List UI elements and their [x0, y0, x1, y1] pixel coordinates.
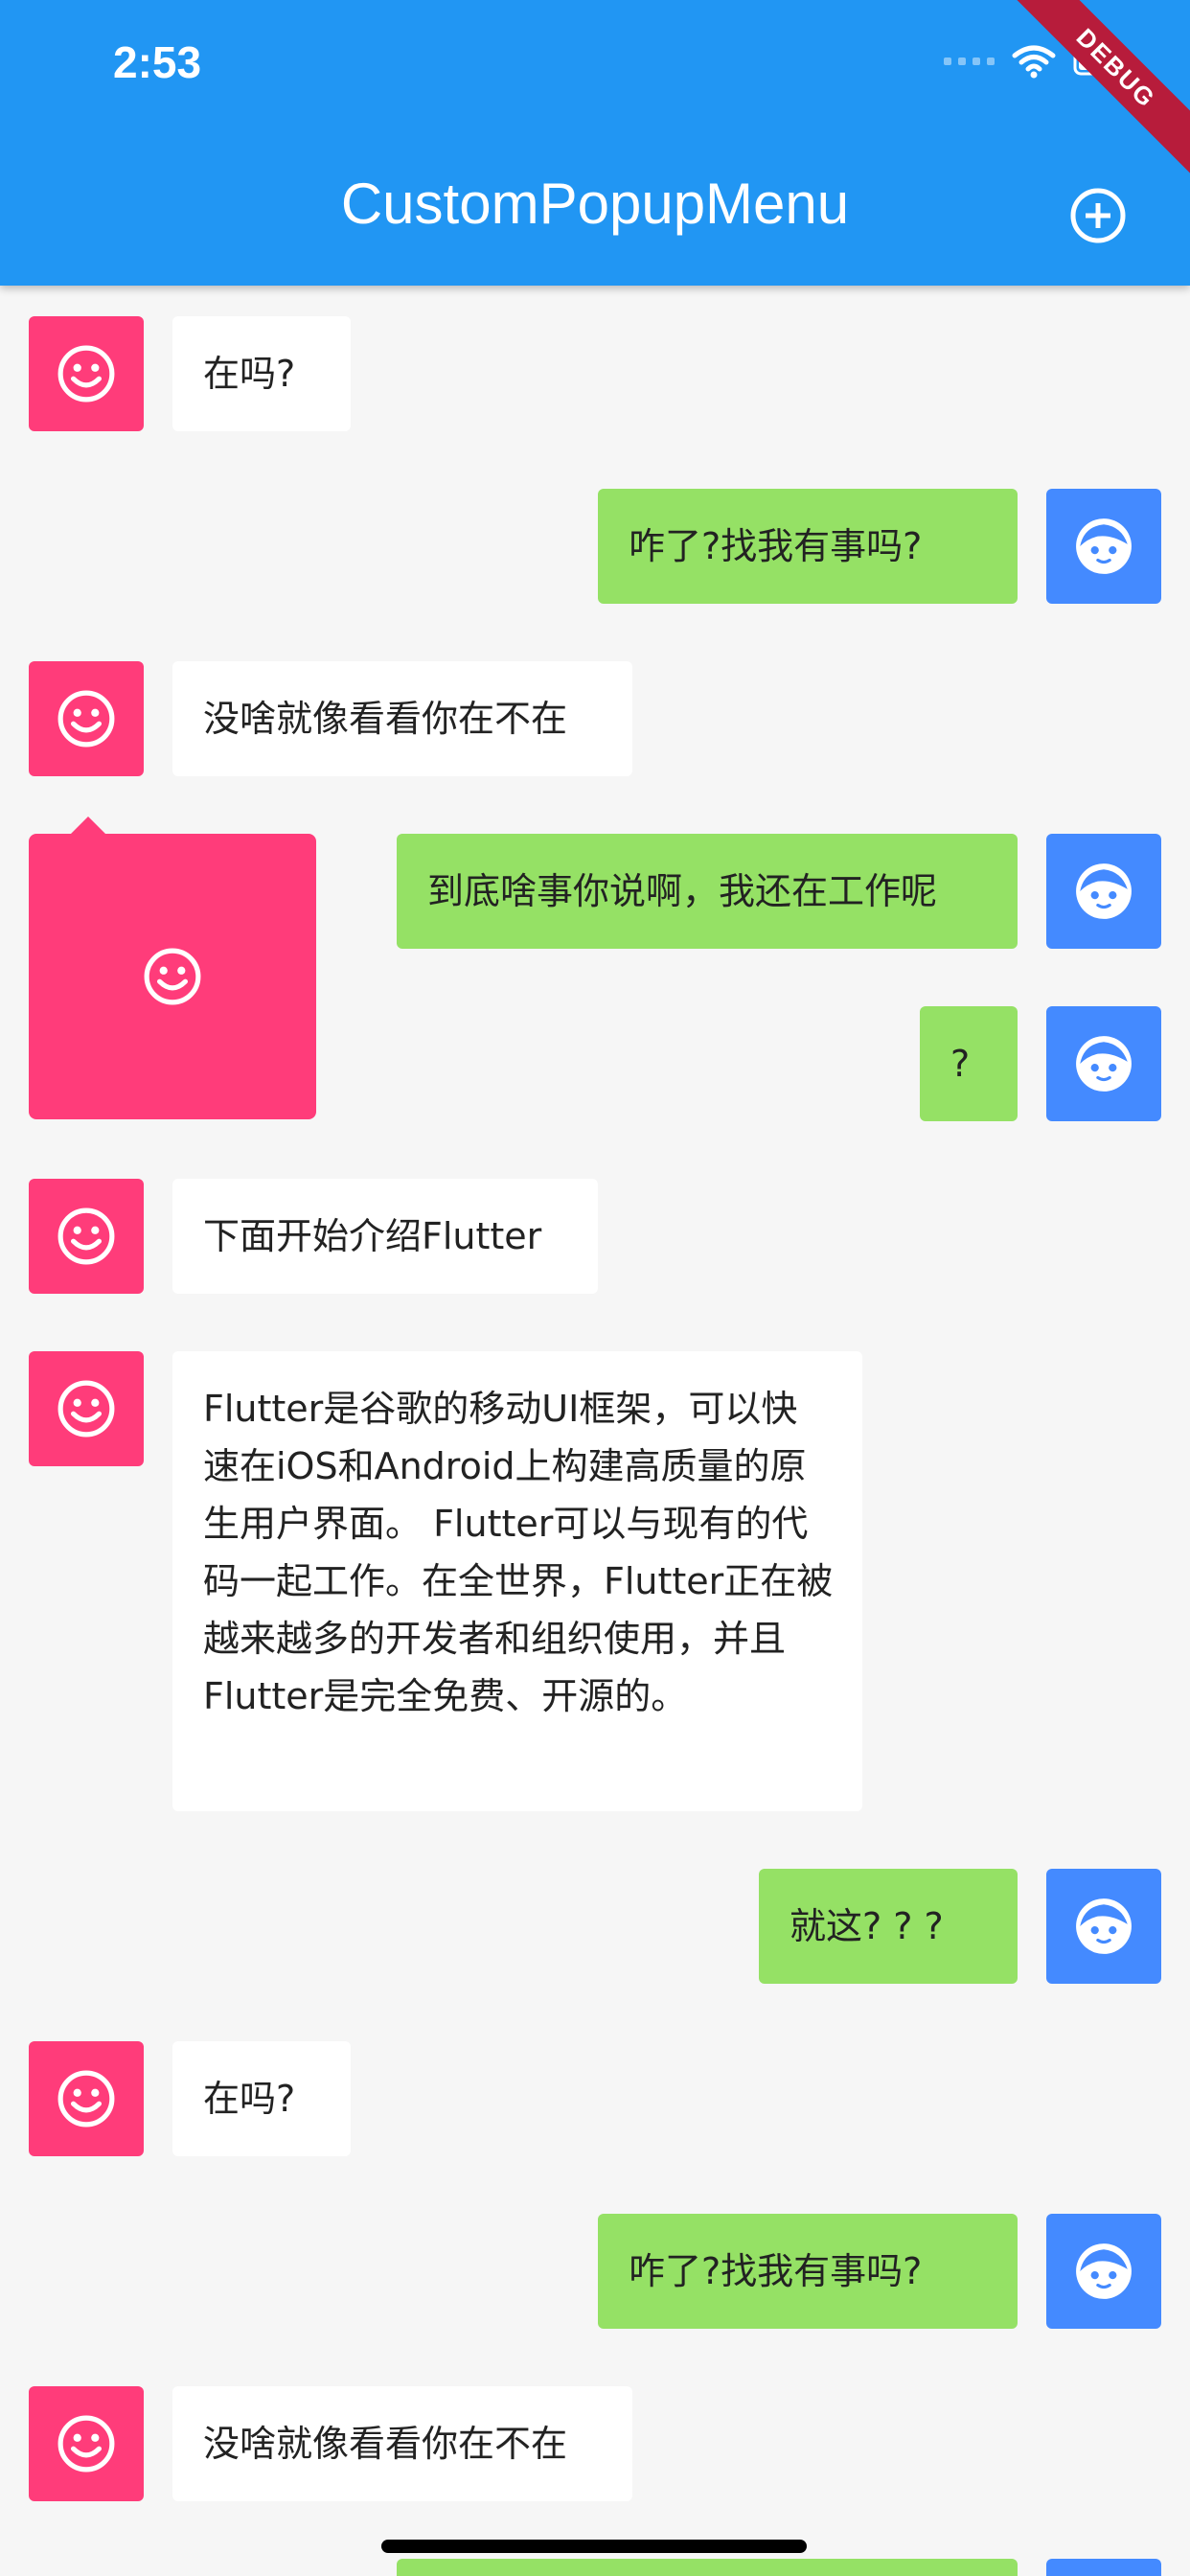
smiley-icon [57, 344, 116, 403]
left-avatar[interactable] [29, 661, 144, 776]
left-avatar[interactable] [29, 1351, 144, 1466]
face-icon [1074, 862, 1133, 921]
message-bubble[interactable]: 没啥就像看看你在不在 [172, 2386, 632, 2501]
message-bubble[interactable]: 在吗? [172, 316, 351, 431]
smiley-icon [57, 2414, 116, 2473]
message-bubble[interactable]: 没啥就像看看你在不在 [172, 661, 632, 776]
message-bubble[interactable]: Flutter是谷歌的移动UI框架，可以快速在iOS和Android上构建高质量… [172, 1351, 862, 1811]
message-bubble[interactable]: 在吗? [172, 2041, 351, 2156]
right-avatar[interactable] [1046, 834, 1161, 949]
face-icon [1074, 2242, 1133, 2301]
app-bar: 2:53 CustomPopupMenu [0, 0, 1190, 286]
face-icon [1074, 1034, 1133, 1093]
left-avatar[interactable] [29, 2041, 144, 2156]
message-bubble[interactable]: ? [920, 1006, 1018, 1121]
smiley-icon [57, 1379, 116, 1438]
face-icon [1074, 1897, 1133, 1956]
left-avatar[interactable] [29, 2386, 144, 2501]
message-bubble-partial[interactable] [397, 2559, 1018, 2576]
right-avatar[interactable] [1046, 1006, 1161, 1121]
left-avatar[interactable] [29, 1179, 144, 1294]
right-avatar[interactable] [1046, 489, 1161, 604]
page-title: CustomPopupMenu [340, 172, 850, 236]
smiley-icon [57, 689, 116, 748]
right-avatar[interactable] [1046, 2214, 1161, 2329]
popup-arrow [71, 816, 105, 834]
face-icon [1074, 517, 1133, 576]
popup-menu[interactable] [29, 834, 316, 1119]
right-avatar[interactable] [1046, 1869, 1161, 1984]
wifi-icon [1012, 45, 1056, 79]
left-avatar[interactable] [29, 316, 144, 431]
message-bubble[interactable]: 就这? ? ? [759, 1869, 1018, 1984]
message-bubble[interactable]: 咋了?找我有事吗? [598, 489, 1018, 604]
smiley-icon [143, 947, 202, 1006]
signal-icon [944, 58, 995, 65]
right-avatar-partial[interactable] [1046, 2559, 1161, 2576]
message-bubble[interactable]: 下面开始介绍Flutter [172, 1179, 598, 1294]
message-bubble[interactable]: 咋了?找我有事吗? [598, 2214, 1018, 2329]
message-bubble[interactable]: 到底啥事你说啊，我还在工作呢 [397, 834, 1018, 949]
smiley-icon [57, 2069, 116, 2128]
smiley-icon [57, 1207, 116, 1266]
add-circle-icon[interactable] [1069, 187, 1127, 244]
home-indicator[interactable] [381, 2540, 807, 2553]
status-time: 2:53 [113, 37, 202, 87]
